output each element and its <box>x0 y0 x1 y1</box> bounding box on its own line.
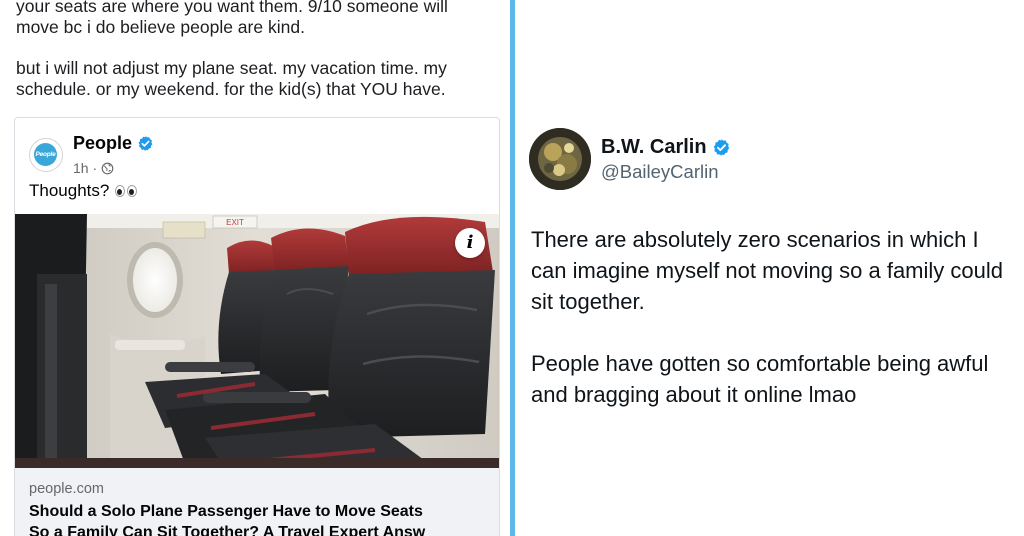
post-line: but i will not adjust my plane seat. my … <box>16 58 447 78</box>
tweet-panel: B.W. Carlin @BaileyCarlin There are abso… <box>515 0 1024 536</box>
author-avatar[interactable] <box>529 128 591 190</box>
tweet-body: There are absolutely zero scenarios in w… <box>531 224 1023 410</box>
facebook-post-panel: your seats are where you want them. 9/10… <box>0 0 510 536</box>
link-domain: people.com <box>29 481 104 497</box>
tweet-line: and bragging about it online lmao <box>531 382 857 407</box>
info-icon[interactable]: i <box>455 228 485 258</box>
tweet-paragraph-1: There are absolutely zero scenarios in w… <box>531 224 1023 317</box>
shared-post-card[interactable]: People People 1h · Thoughts? EXIT i peop… <box>14 117 500 536</box>
author-name-row: B.W. Carlin <box>601 136 731 159</box>
page-name[interactable]: People <box>73 133 132 154</box>
tweet-line: can imagine myself not moving so a famil… <box>531 258 1003 283</box>
eyes-emoji-icon <box>115 185 138 197</box>
post-meta: 1h · <box>73 160 114 176</box>
post-line: move bc i do believe people are kind. <box>16 17 305 37</box>
shared-post-caption: Thoughts? <box>29 181 138 201</box>
link-preview[interactable]: people.com Should a Solo Plane Passenger… <box>15 468 499 536</box>
post-time[interactable]: 1h · <box>73 160 97 176</box>
post-paragraph-1: your seats are where you want them. 9/10… <box>16 0 496 38</box>
post-paragraph-2: but i will not adjust my plane seat. my … <box>16 58 496 100</box>
airplane-seats-photo[interactable]: EXIT i <box>15 214 499 468</box>
exit-sign: EXIT <box>226 218 244 227</box>
globe-icon <box>101 162 114 174</box>
author-name[interactable]: B.W. Carlin <box>601 136 707 159</box>
avatar-image <box>529 128 591 190</box>
tweet-line: People have gotten so comfortable being … <box>531 351 989 376</box>
people-page-avatar[interactable]: People <box>29 138 63 172</box>
post-line: your seats are where you want them. 9/10… <box>16 0 448 16</box>
verified-badge-icon <box>713 139 729 156</box>
tweet-line: There are absolutely zero scenarios in w… <box>531 227 979 252</box>
people-logo: People <box>34 143 57 166</box>
verified-badge-icon <box>138 136 153 151</box>
tweet-line: sit together. <box>531 289 645 314</box>
page-name-row: People <box>73 133 154 154</box>
post-body: your seats are where you want them. 9/10… <box>16 0 496 100</box>
author-handle[interactable]: @BaileyCarlin <box>601 161 719 183</box>
shared-post-header: People People 1h · Thoughts? <box>15 118 499 214</box>
post-line: schedule. or my weekend. for the kid(s) … <box>16 79 446 99</box>
link-headline[interactable]: Should a Solo Plane Passenger Have to Mo… <box>29 501 499 536</box>
airplane-cabin-illustration: EXIT <box>15 214 499 468</box>
tweet-paragraph-2: People have gotten so comfortable being … <box>531 348 1023 410</box>
caption-text: Thoughts? <box>29 181 110 200</box>
